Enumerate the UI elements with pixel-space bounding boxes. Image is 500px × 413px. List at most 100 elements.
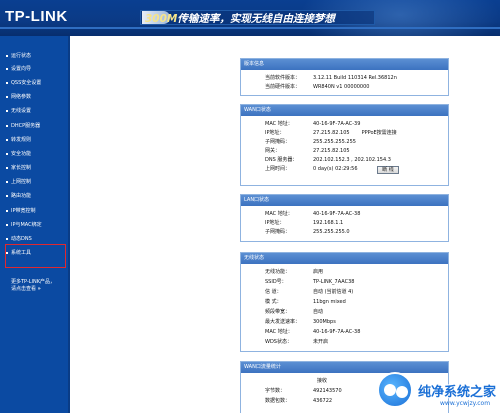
max-rate-row: 最大发送速率： 300Mbps (265, 318, 336, 327)
row-label: IP地址： (265, 130, 285, 136)
sidebar-item-setup-wizard[interactable]: 设置向导 (6, 64, 66, 74)
sidebar-item-label: 路由功能 (11, 193, 32, 199)
bullet-icon (6, 152, 8, 155)
sidebar-item-label: 安全功能 (11, 151, 32, 157)
sidebar-item-bandwidth[interactable]: IP带宽控制 (6, 206, 66, 216)
system-tools-highlight-box (5, 244, 66, 268)
sidebar-item-network[interactable]: 网络参数 (6, 92, 66, 102)
tp-link-logo: TP-LINK (5, 8, 68, 25)
row-label: 最大发送速率： (265, 319, 301, 325)
panel-title: WAN口流量统计 (241, 362, 448, 373)
row-label: MAC 地址： (265, 211, 293, 217)
more-products-link[interactable]: 更多TP-LINK产品， 请点击查看 » (11, 279, 69, 293)
bullet-icon (6, 95, 8, 98)
bullet-icon (6, 67, 8, 70)
row-label: 子网掩码： (265, 139, 291, 145)
lan-subnet-row: 子网掩码： 255.255.255.0 (265, 228, 350, 237)
row-label: 字节数： (265, 388, 286, 394)
row-value: 27.215.82.105 (313, 148, 350, 154)
bullet-icon (6, 54, 8, 57)
software-version-row: 当前软件版本： 3.12.11 Build 110314 Rel.36812n (265, 74, 397, 83)
row-value: 启用 (313, 269, 324, 275)
row-value: 3.12.11 Build 110314 Rel.36812n (313, 75, 397, 81)
row-value: 192.168.1.1 (313, 220, 344, 226)
hardware-version-row: 当前硬件版本： WR840N v1 00000000 (265, 83, 369, 92)
wds-row: WDS状态： 未开启 (265, 338, 328, 347)
row-label: 当前软件版本： (265, 75, 301, 81)
panel-title: WAN口状态 (241, 105, 448, 116)
double-arrow-icon: » (37, 286, 41, 292)
row-value: 未开启 (313, 339, 329, 345)
row-value: 202.102.152.3 , 202.102.154.3 (313, 157, 391, 163)
receive-column-header: 接收 (317, 378, 328, 384)
bullet-icon (6, 138, 8, 141)
bullet-icon (6, 109, 8, 112)
sidebar-item-qss[interactable]: QSS安全设置 (6, 78, 66, 88)
row-label: 子网掩码： (265, 229, 291, 235)
sidebar-item-security[interactable]: 安全功能 (6, 149, 66, 159)
row-value: 11bgn mixed (313, 299, 346, 305)
sidebar-item-forwarding[interactable]: 转发规则 (6, 135, 66, 145)
row-value: 自动 (313, 309, 324, 315)
row-value: 0 day(s) 02:29:56 (313, 166, 358, 172)
bytes-row: 字节数： 492143570 (265, 387, 342, 396)
bullet-icon (6, 166, 8, 169)
sidebar-item-label: IP与MAC绑定 (11, 222, 42, 228)
sidebar-item-label: 运行状态 (11, 53, 32, 59)
row-label: IP地址： (265, 220, 285, 226)
sidebar-item-wireless[interactable]: 无线设置 (6, 106, 66, 116)
row-label: 信 道： (265, 289, 282, 295)
wan-status-panel: WAN口状态 MAC 地址： 40-16-9F-7A-AC-39 IP地址： 27.… (240, 104, 449, 186)
top-banner: TP-LINK 300M传输速率，实现无线自由连接梦想 (0, 0, 500, 36)
row-value: 255.255.255.0 (313, 229, 350, 235)
slogan-text: 传输速率，实现无线自由连接梦想 (177, 13, 335, 25)
wan-uptime-row: 上网时间： 0 day(s) 02:29:56 (265, 165, 358, 174)
channel-row: 信 道： 自动 (当前信道 4) (265, 288, 353, 297)
sidebar-item-access-control[interactable]: 上网控制 (6, 177, 66, 187)
wan-dns-row: DNS 服务器： 202.102.152.3 , 202.102.154.3 (265, 156, 391, 165)
row-label: 频段带宽： (265, 309, 291, 315)
bullet-icon (6, 180, 8, 183)
sidebar-item-routing[interactable]: 路由功能 (6, 191, 66, 201)
panel-title: 版本信息 (241, 59, 448, 70)
lan-status-panel: LAN口状态 MAC 地址： 40-16-9F-7A-AC-38 IP地址： 192… (240, 194, 449, 242)
row-value: 40-16-9F-7A-AC-38 (313, 329, 361, 335)
sidebar-menu: 运行状态 设置向导 QSS安全设置 网络参数 无线设置 DHCP服务器 转发规则… (0, 36, 70, 413)
sidebar-item-label: QSS安全设置 (11, 80, 42, 86)
sidebar-item-label: 设置向导 (11, 66, 32, 72)
bullet-icon (6, 209, 8, 212)
sidebar-item-label: 家长控制 (11, 165, 32, 171)
sidebar-item-dhcp[interactable]: DHCP服务器 (6, 121, 66, 131)
connection-type: PPPoE按需连接 (361, 130, 397, 136)
sidebar-item-label: 无线设置 (11, 108, 32, 114)
row-label: DNS 服务器： (265, 157, 298, 163)
row-value: 492143570 (313, 388, 342, 394)
wan-ip-row: IP地址： 27.215.82.105 PPPoE按需连接 (265, 129, 397, 138)
watermark-logo-icon (377, 372, 413, 408)
wan-subnet-row: 子网掩码： 255.255.255.255 (265, 138, 356, 147)
bullet-icon (6, 194, 8, 197)
bullet-icon (6, 237, 8, 240)
sidebar-item-label: IP带宽控制 (11, 208, 36, 214)
sidebar-item-ip-mac-binding[interactable]: IP与MAC绑定 (6, 220, 66, 230)
watermark-url: www.ycwjzy.com (440, 400, 491, 407)
row-label: 无线功能： (265, 269, 291, 275)
slogan-speed: 300M (145, 13, 178, 25)
sidebar-item-ddns[interactable]: 动态DNS (6, 234, 66, 244)
row-label: 网关： (265, 148, 281, 154)
sidebar-item-parental[interactable]: 家长控制 (6, 163, 66, 173)
wireless-mac-row: MAC 地址： 40-16-9F-7A-AC-38 (265, 328, 360, 337)
sidebar-item-label: 转发规则 (11, 137, 32, 143)
row-label: MAC 地址： (265, 121, 293, 127)
wan-gateway-row: 网关： 27.215.82.105 (265, 147, 350, 156)
sidebar-item-status[interactable]: 运行状态 (6, 51, 66, 61)
sidebar-item-label: DHCP服务器 (11, 123, 41, 129)
row-value: 40-16-9F-7A-AC-39 (313, 121, 361, 127)
slogan: 300M传输速率，实现无线自由连接梦想 (145, 11, 335, 26)
row-value: TP-LINK_7AAC38 (313, 279, 355, 285)
more-link-line2: 请点击查看 (11, 286, 37, 292)
row-value: 40-16-9F-7A-AC-38 (313, 211, 361, 217)
disconnect-button[interactable]: 断 线 (377, 166, 399, 174)
row-label: MAC 地址： (265, 329, 293, 335)
row-value: 255.255.255.255 (313, 139, 356, 145)
